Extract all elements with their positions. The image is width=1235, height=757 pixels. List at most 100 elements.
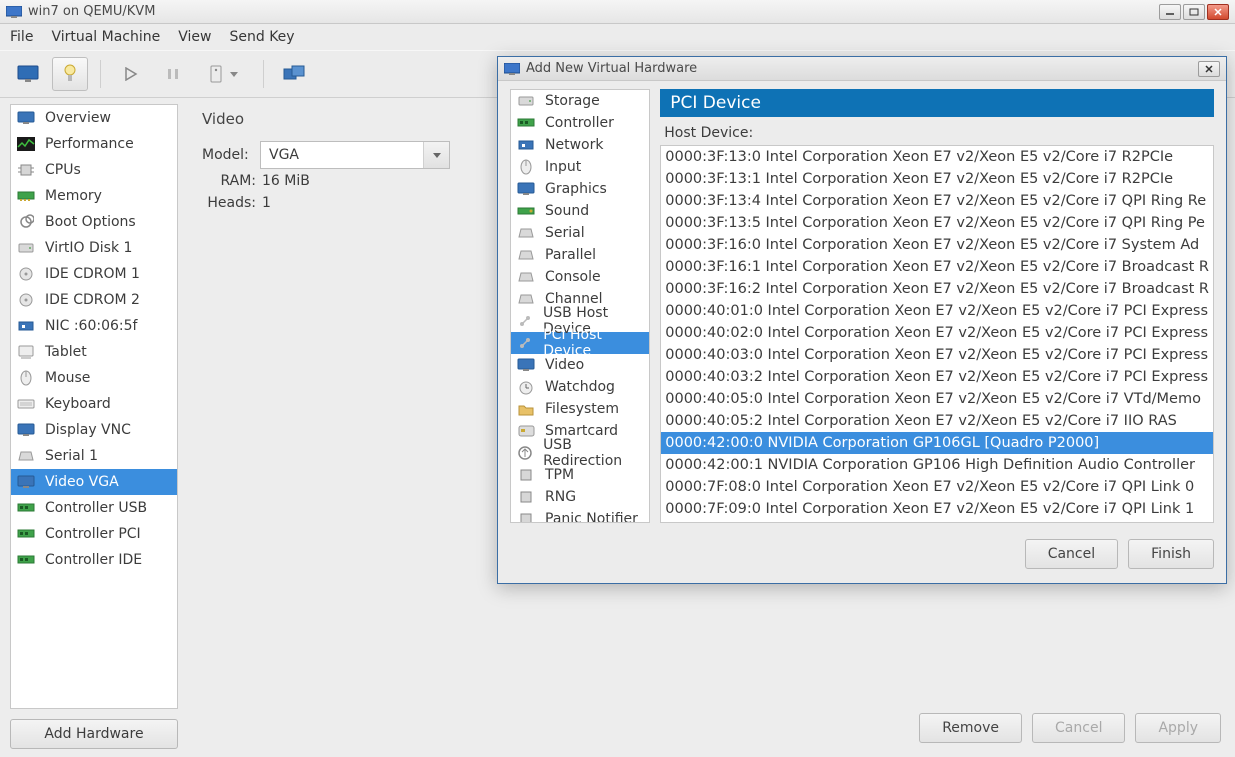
apply-button[interactable]: Apply xyxy=(1135,713,1221,743)
menu-send-key[interactable]: Send Key xyxy=(229,29,294,45)
cdrom-icon xyxy=(17,292,35,308)
pci-device-row[interactable]: 0000:7F:08:0 Intel Corporation Xeon E7 v… xyxy=(661,476,1213,498)
sidebar-item-ide-cdrom-1[interactable]: IDE CDROM 1 xyxy=(11,261,177,287)
sidebar-item-cpus[interactable]: CPUs xyxy=(11,157,177,183)
menu-view[interactable]: View xyxy=(178,29,211,45)
sidebar-item-controller-usb[interactable]: Controller USB xyxy=(11,495,177,521)
menu-file[interactable]: File xyxy=(10,29,33,45)
pci-device-row[interactable]: 0000:40:05:0 Intel Corporation Xeon E7 v… xyxy=(661,388,1213,410)
serial-icon xyxy=(517,269,535,285)
hw-type-panic-notifier[interactable]: Panic Notifier xyxy=(511,508,649,523)
pci-device-row[interactable]: 0000:40:03:2 Intel Corporation Xeon E7 v… xyxy=(661,366,1213,388)
hw-type-label: USB Redirection xyxy=(543,437,643,469)
dialog-panel-title: PCI Device xyxy=(660,89,1214,117)
shutdown-button[interactable] xyxy=(197,57,251,91)
sidebar-item-tablet[interactable]: Tablet xyxy=(11,339,177,365)
dialog-cancel-button[interactable]: Cancel xyxy=(1025,539,1118,569)
hw-type-storage[interactable]: Storage xyxy=(511,90,649,112)
add-hardware-button[interactable]: Add Hardware xyxy=(10,719,178,749)
pci-device-list[interactable]: 0000:3F:13:0 Intel Corporation Xeon E7 v… xyxy=(660,145,1214,523)
hw-type-controller[interactable]: Controller xyxy=(511,112,649,134)
sidebar-item-video-vga[interactable]: Video VGA xyxy=(11,469,177,495)
pci-device-row[interactable]: 0000:7F:09:0 Intel Corporation Xeon E7 v… xyxy=(661,498,1213,520)
sidebar-item-controller-ide[interactable]: Controller IDE xyxy=(11,547,177,573)
video-icon xyxy=(17,474,35,490)
monitor-icon xyxy=(17,110,35,126)
nic-icon xyxy=(17,318,35,334)
sidebar-item-label: Performance xyxy=(45,136,134,152)
sidebar-item-label: Controller USB xyxy=(45,500,147,516)
hw-type-usb-redirection[interactable]: USB Redirection xyxy=(511,442,649,464)
dialog-close-button[interactable] xyxy=(1198,61,1220,77)
hw-type-pci-host-device[interactable]: PCI Host Device xyxy=(511,332,649,354)
sidebar-item-mouse[interactable]: Mouse xyxy=(11,365,177,391)
hardware-type-list[interactable]: StorageController Network Input GraphicsSou… xyxy=(510,89,650,523)
cancel-button[interactable]: Cancel xyxy=(1032,713,1125,743)
sidebar-item-serial-1[interactable]: Serial 1 xyxy=(11,443,177,469)
controller-icon xyxy=(517,115,535,131)
pci-device-row[interactable]: 0000:3F:13:0 Intel Corporation Xeon E7 v… xyxy=(661,146,1213,168)
usb-icon xyxy=(517,313,533,329)
pci-device-row[interactable]: 0000:3F:13:5 Intel Corporation Xeon E7 v… xyxy=(661,212,1213,234)
details-view-button[interactable] xyxy=(52,57,88,91)
dialog-finish-button[interactable]: Finish xyxy=(1128,539,1214,569)
console-view-button[interactable] xyxy=(10,57,46,91)
hw-type-network[interactable]: Network xyxy=(511,134,649,156)
hardware-list[interactable]: Overview Performance CPUs MemoryBoot Option… xyxy=(10,104,178,709)
maximize-button[interactable] xyxy=(1183,4,1205,20)
pci-device-row[interactable]: 0000:40:02:0 Intel Corporation Xeon E7 v… xyxy=(661,322,1213,344)
hw-type-filesystem[interactable]: Filesystem xyxy=(511,398,649,420)
hw-type-input[interactable]: Input xyxy=(511,156,649,178)
pci-device-row[interactable]: 0000:3F:16:2 Intel Corporation Xeon E7 v… xyxy=(661,278,1213,300)
sidebar-item-boot-options[interactable]: Boot Options xyxy=(11,209,177,235)
snapshots-button[interactable] xyxy=(276,57,312,91)
hw-type-graphics[interactable]: Graphics xyxy=(511,178,649,200)
sidebar-item-label: CPUs xyxy=(45,162,81,178)
pci-device-row[interactable]: 0000:3F:16:0 Intel Corporation Xeon E7 v… xyxy=(661,234,1213,256)
sidebar-item-controller-pci[interactable]: Controller PCI xyxy=(11,521,177,547)
pci-device-row[interactable]: 0000:3F:13:4 Intel Corporation Xeon E7 v… xyxy=(661,190,1213,212)
hw-type-label: Panic Notifier xyxy=(545,511,638,523)
toolbar-divider xyxy=(100,60,101,88)
hw-type-rng[interactable]: RNG xyxy=(511,486,649,508)
pci-device-row[interactable]: 0000:42:00:0 NVIDIA Corporation GP106GL … xyxy=(661,432,1213,454)
pci-device-row[interactable]: 0000:40:05:2 Intel Corporation Xeon E7 v… xyxy=(661,410,1213,432)
run-button[interactable] xyxy=(113,57,149,91)
pause-button[interactable] xyxy=(155,57,191,91)
app-icon xyxy=(6,6,22,18)
sidebar-item-overview[interactable]: Overview xyxy=(11,105,177,131)
pci-device-row[interactable]: 0000:40:01:0 Intel Corporation Xeon E7 v… xyxy=(661,300,1213,322)
menu-virtual-machine[interactable]: Virtual Machine xyxy=(51,29,160,45)
sidebar-item-keyboard[interactable]: Keyboard xyxy=(11,391,177,417)
minimize-button[interactable] xyxy=(1159,4,1181,20)
hw-type-watchdog[interactable]: Watchdog xyxy=(511,376,649,398)
window-titlebar: win7 on QEMU/KVM xyxy=(0,0,1235,24)
hw-type-parallel[interactable]: Parallel xyxy=(511,244,649,266)
video-icon xyxy=(517,357,535,373)
hw-type-label: Input xyxy=(545,159,581,175)
hw-type-console[interactable]: Console xyxy=(511,266,649,288)
sidebar-item-ide-cdrom-2[interactable]: IDE CDROM 2 xyxy=(11,287,177,313)
sidebar-item-display-vnc[interactable]: Display VNC xyxy=(11,417,177,443)
sound-icon xyxy=(517,203,535,219)
sidebar-item-nic-60-06-5f[interactable]: NIC :60:06:5f xyxy=(11,313,177,339)
close-button[interactable] xyxy=(1207,4,1229,20)
hw-type-serial[interactable]: Serial xyxy=(511,222,649,244)
pci-device-row[interactable]: 0000:3F:16:1 Intel Corporation Xeon E7 v… xyxy=(661,256,1213,278)
serial-icon xyxy=(17,448,35,464)
remove-button[interactable]: Remove xyxy=(919,713,1022,743)
watchdog-icon xyxy=(517,379,535,395)
pci-device-row[interactable]: 0000:42:00:1 NVIDIA Corporation GP106 Hi… xyxy=(661,454,1213,476)
hw-type-label: Filesystem xyxy=(545,401,619,417)
pci-device-row[interactable]: 0000:40:03:0 Intel Corporation Xeon E7 v… xyxy=(661,344,1213,366)
hw-type-sound[interactable]: Sound xyxy=(511,200,649,222)
hw-type-label: Network xyxy=(545,137,603,153)
cdrom-icon xyxy=(17,266,35,282)
controller-icon xyxy=(17,552,35,568)
sidebar-item-virtio-disk-1[interactable]: VirtIO Disk 1 xyxy=(11,235,177,261)
sidebar-item-memory[interactable]: Memory xyxy=(11,183,177,209)
model-combobox[interactable]: VGA xyxy=(260,141,450,169)
sidebar-item-performance[interactable]: Performance xyxy=(11,131,177,157)
sidebar-item-label: IDE CDROM 1 xyxy=(45,266,140,282)
pci-device-row[interactable]: 0000:3F:13:1 Intel Corporation Xeon E7 v… xyxy=(661,168,1213,190)
